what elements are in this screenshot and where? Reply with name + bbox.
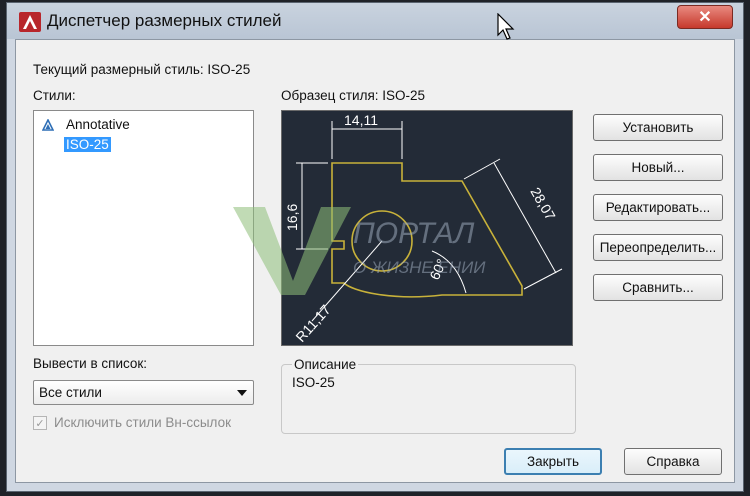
list-filter-value: Все стили xyxy=(39,385,102,400)
set-current-button[interactable]: Установить xyxy=(593,114,723,141)
styles-list[interactable]: Annotative ISO-25 xyxy=(33,110,254,346)
current-style-label: Текущий размерный стиль: ISO-25 xyxy=(33,62,251,77)
close-button[interactable]: Закрыть xyxy=(504,448,602,475)
override-style-button[interactable]: Переопределить... xyxy=(593,234,723,261)
dim-text-slanted: 28,07 xyxy=(527,185,558,224)
window-title: Диспетчер размерных стилей xyxy=(47,11,282,30)
mouse-cursor-icon xyxy=(497,13,515,40)
exclude-xref-label: Исключить стили Вн-ссылок xyxy=(54,415,232,430)
watermark-line2: О ЖИЗНЕ ЕНИИ xyxy=(353,258,486,277)
title-bar[interactable]: Диспетчер размерных стилей ✕ xyxy=(7,3,743,39)
list-filter-label: Вывести в список: xyxy=(33,356,148,371)
chevron-down-icon[interactable] xyxy=(237,390,247,396)
style-item-annotative[interactable]: Annotative xyxy=(66,117,130,132)
preview-label: Образец стиля: ISO-25 xyxy=(281,88,426,103)
help-button[interactable]: Справка xyxy=(624,448,722,475)
watermark-line1: ПОРТАЛ xyxy=(353,217,475,250)
description-text: ISO-25 xyxy=(292,375,335,390)
style-item-iso25[interactable]: ISO-25 xyxy=(64,137,111,152)
autocad-app-icon[interactable] xyxy=(19,12,41,32)
dialog-window: Диспетчер размерных стилей ✕ Текущий раз… xyxy=(6,2,744,492)
modify-style-button[interactable]: Редактировать... xyxy=(593,194,723,221)
portal-watermark: ПОРТАЛ О ЖИЗНЕ ЕНИИ xyxy=(233,207,486,295)
exclude-xref-checkbox[interactable]: ✓ xyxy=(33,416,47,430)
list-filter-select[interactable]: Все стили xyxy=(33,380,254,405)
annotative-triangle-icon xyxy=(42,119,54,131)
dim-text-width: 14,11 xyxy=(344,112,378,128)
description-title: Описание xyxy=(292,357,359,372)
styles-label: Стили: xyxy=(33,88,76,103)
compare-style-button[interactable]: Сравнить... xyxy=(593,274,723,301)
dim-text-radius: R11,17 xyxy=(292,301,334,345)
new-style-button[interactable]: Новый... xyxy=(593,154,723,181)
description-box: Описание ISO-25 xyxy=(281,357,576,434)
window-close-button[interactable]: ✕ xyxy=(677,5,733,29)
